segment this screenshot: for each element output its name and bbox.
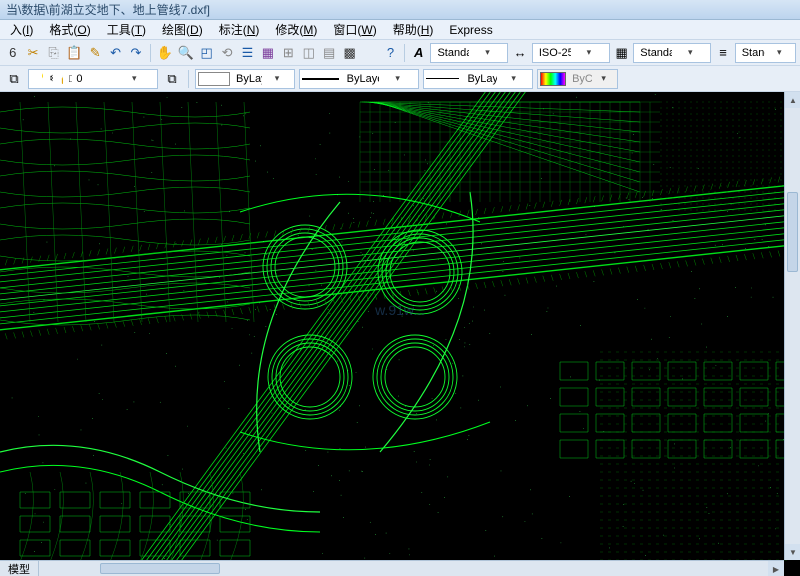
menu-o[interactable]: 格式(O) xyxy=(43,20,96,39)
layer-state-icon-2: 🔒 xyxy=(55,72,63,85)
zoom-rt-icon[interactable]: 🔍 xyxy=(177,43,195,63)
table-style-dropdown[interactable]: Standard▾ xyxy=(633,43,711,63)
menu-n[interactable]: 标注(N) xyxy=(213,20,266,39)
menu-bar: 入(I)格式(O) 工具(T)绘图(D)标注(N)修改(M)窗口(W) 帮助(H)E… xyxy=(0,20,800,40)
dim-style-icon[interactable]: ↔ xyxy=(511,43,528,63)
drawing-viewport[interactable]: w.91w... ▲ ▼ 模型 ▶ xyxy=(0,92,800,576)
undo-icon[interactable]: ↶ xyxy=(107,43,124,63)
table-style-icon[interactable]: ▦ xyxy=(613,43,630,63)
redo-icon[interactable]: ↷ xyxy=(127,43,144,63)
chevron-down-icon: ▾ xyxy=(114,73,155,84)
standard-toolbar: 6✂⎘📋✎↶↷ ✋🔍◰⟲☰▦⊞◫▤▩? A Standard▾ ↔ ISO-25… xyxy=(0,40,800,66)
scissors-icon[interactable]: ✂ xyxy=(24,43,41,63)
scroll-right-button[interactable]: ▶ xyxy=(768,561,784,576)
tool-c-icon[interactable]: ▤ xyxy=(320,43,337,63)
scroll-down-button[interactable]: ▼ xyxy=(785,544,800,560)
chevron-down-icon: ▾ xyxy=(571,47,607,58)
cad-drawing xyxy=(0,92,800,576)
layer-state-icon-1: ❄ xyxy=(45,72,53,85)
menu-express[interactable]: Express xyxy=(443,22,498,38)
zoom-win-icon[interactable]: ◰ xyxy=(198,43,215,63)
pan-icon[interactable]: ✋ xyxy=(156,43,174,63)
help-icon[interactable]: ? xyxy=(382,43,399,63)
color-swatch xyxy=(198,72,230,86)
matchprop-icon[interactable]: ✎ xyxy=(86,43,103,63)
chevron-down-icon: ▾ xyxy=(592,73,616,84)
tool-b-icon[interactable]: ◫ xyxy=(300,43,317,63)
copy-icon[interactable]: ⎘ xyxy=(45,43,62,63)
color-dropdown[interactable]: ByLayer▾ xyxy=(195,69,295,89)
vertical-scrollbar[interactable]: ▲ ▼ xyxy=(784,92,800,560)
layer-tool-button[interactable]: ⧉ xyxy=(162,69,182,89)
properties-toolbar: ⧉ 💡❄🔒□ 0 ▾ ⧉ ByLayer▾ ByLayer▾ ByLayer▾ … xyxy=(0,66,800,92)
menu-d[interactable]: 绘图(D) xyxy=(156,20,209,39)
lineweight-dropdown[interactable]: ByLayer▾ xyxy=(423,69,533,89)
paste-icon[interactable]: 📋 xyxy=(65,43,83,63)
window-title: 当\数据\前湖立交地下、地上管线7.dxf] xyxy=(6,1,210,18)
chevron-down-icon: ▾ xyxy=(672,47,708,58)
plotstyle-swatch xyxy=(540,72,566,86)
title-bar: 当\数据\前湖立交地下、地上管线7.dxf] xyxy=(0,0,800,20)
dc-icon[interactable]: ▦ xyxy=(259,43,276,63)
plotstyle-dropdown[interactable]: ByColor▾ xyxy=(537,69,618,89)
menu-i[interactable]: 入(I) xyxy=(4,20,39,39)
dim-style-dropdown[interactable]: ISO-25▾ xyxy=(532,43,610,63)
num-icon[interactable]: 6 xyxy=(4,43,21,63)
chevron-down-icon: ▾ xyxy=(262,73,292,84)
chevron-down-icon: ▾ xyxy=(497,73,530,84)
layer-state-icon-3: □ xyxy=(65,73,72,85)
blank-icon[interactable] xyxy=(361,43,378,63)
calc-icon[interactable]: ▩ xyxy=(341,43,358,63)
zoom-prev-icon[interactable]: ⟲ xyxy=(218,43,235,63)
scroll-thumb[interactable] xyxy=(787,192,798,272)
menu-w[interactable]: 窗口(W) xyxy=(327,20,382,39)
horizontal-scrollbar[interactable]: 模型 ▶ xyxy=(0,560,784,576)
menu-m[interactable]: 修改(M) xyxy=(269,20,323,39)
ml-style-icon[interactable]: ≡ xyxy=(714,43,731,63)
scroll-up-button[interactable]: ▲ xyxy=(785,92,800,108)
linetype-dropdown[interactable]: ByLayer▾ xyxy=(299,69,419,89)
layer-dropdown[interactable]: 💡❄🔒□ 0 ▾ xyxy=(28,69,158,89)
menu-t[interactable]: 工具(T) xyxy=(101,20,152,39)
chevron-down-icon: ▾ xyxy=(765,47,793,58)
text-style-icon[interactable]: A xyxy=(410,43,427,63)
lineweight-preview xyxy=(426,78,459,79)
ml-style-dropdown[interactable]: Standard▾ xyxy=(735,43,796,63)
separator xyxy=(150,44,151,62)
layer-manager-button[interactable]: ⧉ xyxy=(4,69,24,89)
separator xyxy=(188,70,189,88)
text-style-dropdown[interactable]: Standard▾ xyxy=(430,43,508,63)
layer-state-icon-0: 💡 xyxy=(35,72,43,85)
tool-a-icon[interactable]: ⊞ xyxy=(280,43,297,63)
scroll-thumb[interactable] xyxy=(100,563,220,574)
menu-h[interactable]: 帮助(H) xyxy=(387,20,440,39)
linetype-preview xyxy=(302,78,339,80)
properties-icon[interactable]: ☰ xyxy=(239,43,256,63)
chevron-down-icon: ▾ xyxy=(469,47,505,58)
separator xyxy=(404,44,405,62)
chevron-down-icon: ▾ xyxy=(379,73,416,84)
model-tab[interactable]: 模型 xyxy=(0,560,39,576)
